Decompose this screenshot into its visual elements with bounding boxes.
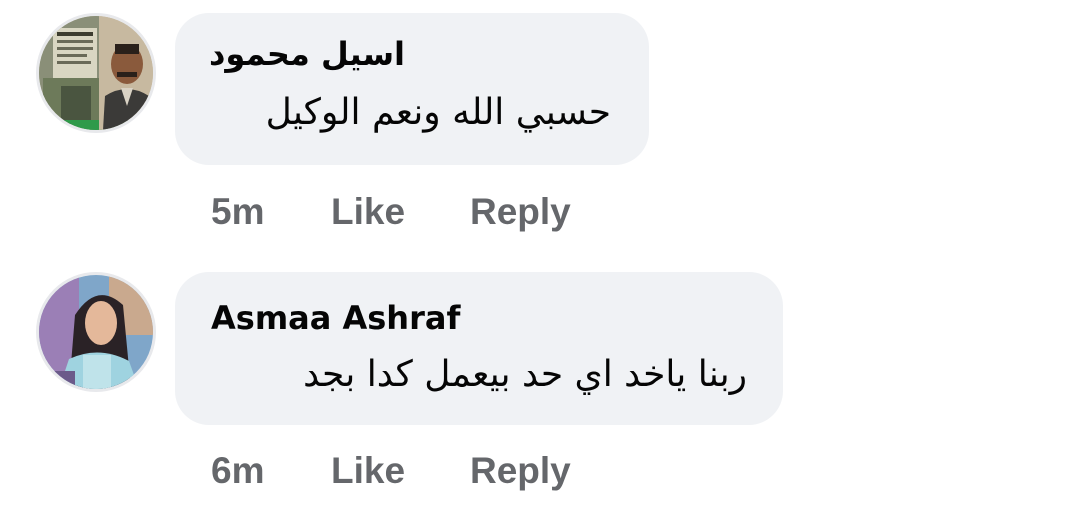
avatar-image [39, 275, 153, 389]
comment-text: حسبي الله ونعم الوكيل [265, 92, 611, 133]
comment-author[interactable]: Asmaa Ashraf [211, 302, 460, 334]
comment-timestamp[interactable]: 5m [211, 193, 264, 230]
avatar-image [39, 16, 153, 130]
comment-timestamp[interactable]: 6m [211, 452, 264, 489]
comment-text: ربنا ياخد اي حد بيعمل كدا بجد [303, 354, 747, 395]
reply-button[interactable]: Reply [470, 193, 571, 230]
reply-button[interactable]: Reply [470, 452, 571, 489]
like-button[interactable]: Like [331, 452, 405, 489]
comment-bubble [175, 272, 783, 425]
like-button[interactable]: Like [331, 193, 405, 230]
avatar[interactable] [36, 272, 156, 392]
comment-author[interactable]: اسيل محمود [209, 38, 405, 70]
avatar[interactable] [36, 13, 156, 133]
